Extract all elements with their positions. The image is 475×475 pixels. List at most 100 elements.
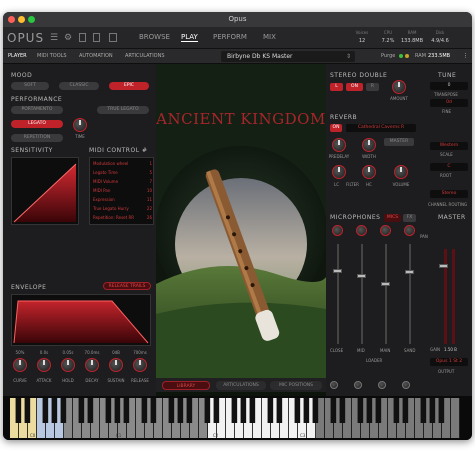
white-key[interactable] <box>451 398 460 438</box>
black-key[interactable] <box>87 398 94 423</box>
sand-solo-button[interactable] <box>402 381 410 389</box>
close-solo-button[interactable] <box>330 381 338 389</box>
midi-row[interactable]: Modulation wheel 1 <box>93 161 152 168</box>
mid-fader[interactable] <box>357 274 366 278</box>
more-options-icon[interactable]: ⋮ <box>463 53 468 59</box>
black-key[interactable] <box>249 398 256 423</box>
legato-button[interactable]: LEGATO <box>11 120 63 128</box>
tab-browse[interactable]: BROWSE <box>139 33 170 41</box>
black-key[interactable] <box>15 398 22 423</box>
black-key[interactable] <box>267 398 274 423</box>
menu-icon[interactable]: ☰ <box>49 33 59 43</box>
black-key[interactable] <box>375 398 382 423</box>
mood-soft-button[interactable]: SOFT <box>11 82 49 90</box>
env-hold-knob[interactable] <box>61 358 75 372</box>
stereo-right-button[interactable]: R <box>366 83 379 91</box>
tab-mix[interactable]: MIX <box>263 33 276 41</box>
keyboard-keys[interactable] <box>3 396 472 440</box>
black-key[interactable] <box>420 398 427 423</box>
env-decay-knob[interactable] <box>85 358 99 372</box>
black-key[interactable] <box>42 398 49 423</box>
main-solo-button[interactable] <box>378 381 386 389</box>
black-key[interactable] <box>177 398 184 423</box>
sensitivity-curve-graph[interactable] <box>11 157 79 225</box>
fine-field[interactable]: 0d <box>430 99 468 107</box>
true-legato-button[interactable]: TRUE LEGATO <box>97 106 149 114</box>
black-key[interactable] <box>276 398 283 423</box>
midi-row[interactable]: Legato Time 5 <box>93 170 152 177</box>
main-fader[interactable] <box>381 282 390 286</box>
width-knob[interactable] <box>362 138 376 152</box>
black-key[interactable] <box>429 398 436 423</box>
stereo-left-button[interactable]: L <box>330 83 343 91</box>
black-key[interactable] <box>150 398 157 423</box>
black-key[interactable] <box>357 398 364 423</box>
tab-mic-positions[interactable]: MIC POSITIONS <box>270 381 322 390</box>
reverb-volume-knob[interactable] <box>394 165 408 179</box>
black-key[interactable] <box>303 398 310 423</box>
split-panel-icon[interactable] <box>93 33 100 42</box>
env-sustain-knob[interactable] <box>109 358 123 372</box>
stereo-amount-knob[interactable] <box>392 80 406 94</box>
env-curve-knob[interactable] <box>13 358 27 372</box>
zoom-window-button[interactable] <box>28 16 35 23</box>
high-cut-knob[interactable] <box>362 165 376 179</box>
midi-row[interactable]: Repetition: Reset RR 26 <box>93 215 152 222</box>
black-key[interactable] <box>312 398 319 423</box>
black-key[interactable] <box>402 398 409 423</box>
midi-row[interactable]: MIDI Volume 7 <box>93 179 152 186</box>
sand-pan-knob[interactable] <box>404 225 415 236</box>
black-key[interactable] <box>78 398 85 423</box>
keyboard-view-icon[interactable] <box>109 33 117 42</box>
tab-library[interactable]: LIBRARY <box>162 381 210 390</box>
purge-indicator-2[interactable] <box>405 54 409 58</box>
portamento-button[interactable]: PORTAMENTO <box>11 106 63 114</box>
mid-solo-button[interactable] <box>354 381 362 389</box>
black-key[interactable] <box>438 398 445 423</box>
predelay-knob[interactable] <box>332 138 346 152</box>
purge-indicator[interactable] <box>399 54 403 58</box>
reverb-preset-selector[interactable]: Cathedral Caverns R <box>346 124 416 132</box>
main-pan-knob[interactable] <box>380 225 391 236</box>
midi-row[interactable]: MIDI Pan 10 <box>93 188 152 195</box>
black-key[interactable] <box>213 398 220 423</box>
black-key[interactable] <box>240 398 247 423</box>
black-key[interactable] <box>168 398 175 423</box>
output-selector[interactable]: Opus 1 St 2 <box>430 358 468 366</box>
panel-icon[interactable] <box>79 33 86 42</box>
black-key[interactable] <box>141 398 148 423</box>
tab-articulations-view[interactable]: ARTICULATIONS <box>216 381 266 390</box>
stereo-on-button[interactable]: ON <box>346 83 363 91</box>
mood-classic-button[interactable]: CLASSIC <box>59 82 99 90</box>
black-key[interactable] <box>330 398 337 423</box>
minimize-window-button[interactable] <box>18 16 25 23</box>
mid-pan-knob[interactable] <box>356 225 367 236</box>
black-key[interactable] <box>393 398 400 423</box>
midi-row[interactable]: Expression 11 <box>93 197 152 204</box>
black-key[interactable] <box>204 398 211 423</box>
midi-row[interactable]: True Legato Hurry 22 <box>93 206 152 213</box>
reverb-master-button[interactable]: MASTER <box>384 138 414 146</box>
env-release-knob[interactable] <box>133 358 147 372</box>
black-key[interactable] <box>186 398 193 423</box>
master-gain-fader[interactable] <box>439 264 448 268</box>
black-key[interactable] <box>366 398 373 423</box>
close-window-button[interactable] <box>8 16 15 23</box>
env-attack-knob[interactable] <box>37 358 51 372</box>
preset-selector[interactable]: Birbyne Db KS Master ⇕ <box>221 51 355 62</box>
black-key[interactable] <box>24 398 31 423</box>
repetition-button[interactable]: REPETITION <box>11 134 63 142</box>
black-key[interactable] <box>51 398 58 423</box>
legato-time-knob[interactable] <box>73 118 87 132</box>
tab-perform[interactable]: PERFORM <box>213 33 247 41</box>
black-key[interactable] <box>114 398 121 423</box>
reverb-on-button[interactable]: ON <box>330 124 342 132</box>
tab-play[interactable]: PLAY <box>181 33 198 42</box>
piano-keyboard[interactable]: C0 C1 C2 C3 <box>3 396 472 440</box>
sand-fader[interactable] <box>405 270 414 274</box>
black-key[interactable] <box>60 398 67 423</box>
channel-routing-selector[interactable]: Stereo <box>430 190 468 198</box>
black-key[interactable] <box>339 398 346 423</box>
fx-toggle[interactable]: FX <box>403 214 416 222</box>
mood-epic-button[interactable]: EPIC <box>109 82 149 90</box>
